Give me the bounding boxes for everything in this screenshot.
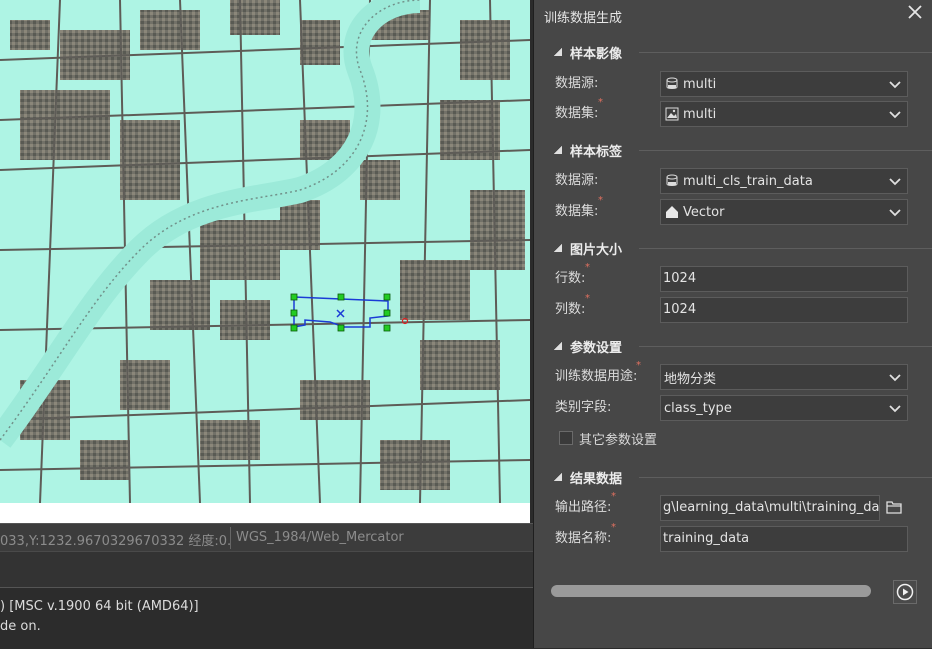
required-marker: * [636, 360, 641, 371]
required-marker: * [598, 97, 603, 108]
collapse-triangle-icon [554, 48, 562, 56]
class-field-select[interactable]: class_type [660, 395, 908, 421]
map-imagery [0, 0, 530, 503]
cols-input[interactable]: 1024 [660, 297, 908, 323]
status-bar: 033,Y:1232.9670329670332 经度:0. WGS_1984/… [0, 523, 533, 552]
console-tab-strip [0, 551, 533, 588]
rows-input[interactable]: 1024 [660, 266, 908, 292]
status-divider [230, 527, 231, 549]
chevron-down-icon [887, 173, 903, 189]
console-line: ) [MSC v.1900 64 bit (AMD64)] [0, 599, 199, 614]
sample-label-dataset-select[interactable]: Vector [660, 199, 908, 225]
selected-feature[interactable] [290, 293, 409, 332]
dataset-label: 数据集: [555, 204, 599, 219]
required-marker: * [585, 293, 590, 304]
dataset-name-label: 数据名称: [555, 531, 612, 546]
polygon-layer-icon [664, 204, 680, 220]
play-icon [896, 583, 914, 601]
collapse-triangle-icon [554, 244, 562, 252]
panel-title: 训练数据生成 [544, 11, 623, 26]
folder-icon[interactable] [883, 496, 905, 518]
usage-select[interactable]: 地物分类 [660, 364, 908, 390]
close-icon[interactable] [905, 4, 925, 24]
map-bottom-strip [0, 503, 530, 523]
section-sample-image[interactable]: 样本影像 [554, 42, 932, 62]
sample-label-datasource-select[interactable]: multi_cls_train_data [660, 168, 908, 194]
coordinate-readout: 033,Y:1232.9670329670332 经度:0. [0, 534, 232, 549]
class-field-label: 类别字段: [555, 400, 612, 415]
output-path-input[interactable]: g\learning_data\multi\training_data [660, 495, 880, 521]
database-icon [664, 76, 680, 92]
section-params[interactable]: 参数设置 [554, 336, 932, 356]
image-icon [664, 106, 680, 122]
output-path-label: 输出路径: [555, 500, 612, 515]
output-console: ) [MSC v.1900 64 bit (AMD64)] de on. [0, 587, 533, 649]
other-params-label: 其它参数设置 [579, 432, 658, 448]
section-image-size[interactable]: 图片大小 [554, 238, 932, 258]
collapse-triangle-icon [554, 473, 562, 481]
sample-image-datasource-select[interactable]: multi [660, 71, 908, 97]
required-marker: * [598, 195, 603, 206]
required-marker: * [611, 522, 616, 533]
database-icon [664, 173, 680, 189]
chevron-down-icon [887, 204, 903, 220]
cols-label: 列数: [555, 302, 586, 317]
required-marker: * [585, 262, 590, 273]
other-params-checkbox[interactable] [559, 431, 573, 445]
usage-label: 训练数据用途: [555, 369, 638, 384]
run-button[interactable] [893, 580, 917, 604]
dataset-name-input[interactable]: training_data [660, 526, 908, 552]
chevron-down-icon [887, 400, 903, 416]
collapse-triangle-icon [554, 146, 562, 154]
required-marker: * [611, 491, 616, 502]
rows-label: 行数: [555, 271, 586, 286]
section-sample-label[interactable]: 样本标签 [554, 140, 932, 160]
section-result[interactable]: 结果数据 [554, 467, 932, 487]
datasource-label: 数据源: [555, 76, 599, 91]
dataset-label: 数据集: [555, 106, 599, 121]
console-line: de on. [0, 619, 41, 634]
crs-readout: WGS_1984/Web_Mercator [236, 530, 404, 545]
other-params-toggle[interactable]: 其它参数设置 [559, 429, 658, 448]
chevron-down-icon [887, 76, 903, 92]
map-canvas[interactable] [0, 0, 530, 503]
datasource-label: 数据源: [555, 173, 599, 188]
training-data-panel: 训练数据生成 样本影像 数据源: multi 数据集: * multi 样本标签… [533, 0, 932, 648]
progress-bar [551, 585, 871, 597]
chevron-down-icon [887, 369, 903, 385]
sample-image-dataset-select[interactable]: multi [660, 101, 908, 127]
collapse-triangle-icon [554, 342, 562, 350]
chevron-down-icon [887, 106, 903, 122]
